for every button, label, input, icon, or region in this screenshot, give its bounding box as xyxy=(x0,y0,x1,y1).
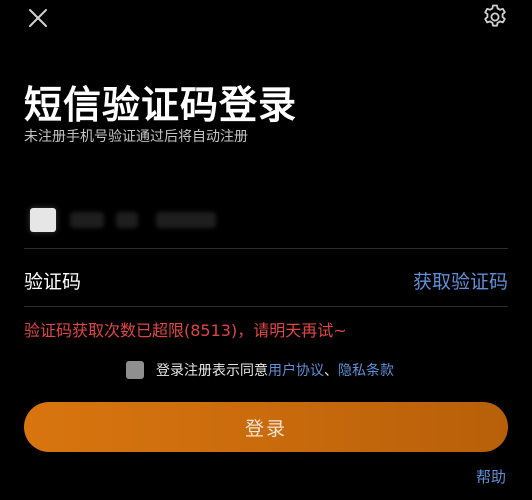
verification-code-field[interactable]: 验证码 获取验证码 xyxy=(24,252,508,307)
login-button-label: 登录 xyxy=(244,417,287,440)
help-link[interactable]: 帮助 xyxy=(476,466,506,487)
top-bar xyxy=(0,0,532,40)
privacy-policy-link[interactable]: 隐私条款 xyxy=(338,360,394,380)
close-icon xyxy=(29,9,47,27)
phone-blur-2 xyxy=(116,212,138,228)
phone-blur-3 xyxy=(156,212,216,228)
page-subtitle: 未注册手机号验证通过后将自动注册 xyxy=(24,129,248,145)
user-agreement-link[interactable]: 用户协议 xyxy=(268,360,324,380)
phone-redacted-block xyxy=(30,208,56,232)
agree-checkbox[interactable] xyxy=(126,361,144,379)
page-title: 短信验证码登录 xyxy=(24,83,298,127)
code-label: 验证码 xyxy=(24,271,82,293)
agreement-separator: 、 xyxy=(324,363,338,379)
gear-icon xyxy=(484,4,506,27)
phone-blur-1 xyxy=(70,212,104,228)
phone-input[interactable] xyxy=(24,196,508,249)
agreement-row: 登录注册表示同意 用户协议 、 隐私条款 xyxy=(126,358,394,382)
get-code-button[interactable]: 获取验证码 xyxy=(413,267,508,294)
error-message: 验证码获取次数已超限(8513)，请明天再试~ xyxy=(24,321,347,340)
close-button[interactable] xyxy=(24,4,52,32)
agreement-prefix: 登录注册表示同意 xyxy=(156,363,268,379)
settings-button[interactable] xyxy=(480,2,510,32)
login-button[interactable]: 登录 xyxy=(24,402,508,452)
